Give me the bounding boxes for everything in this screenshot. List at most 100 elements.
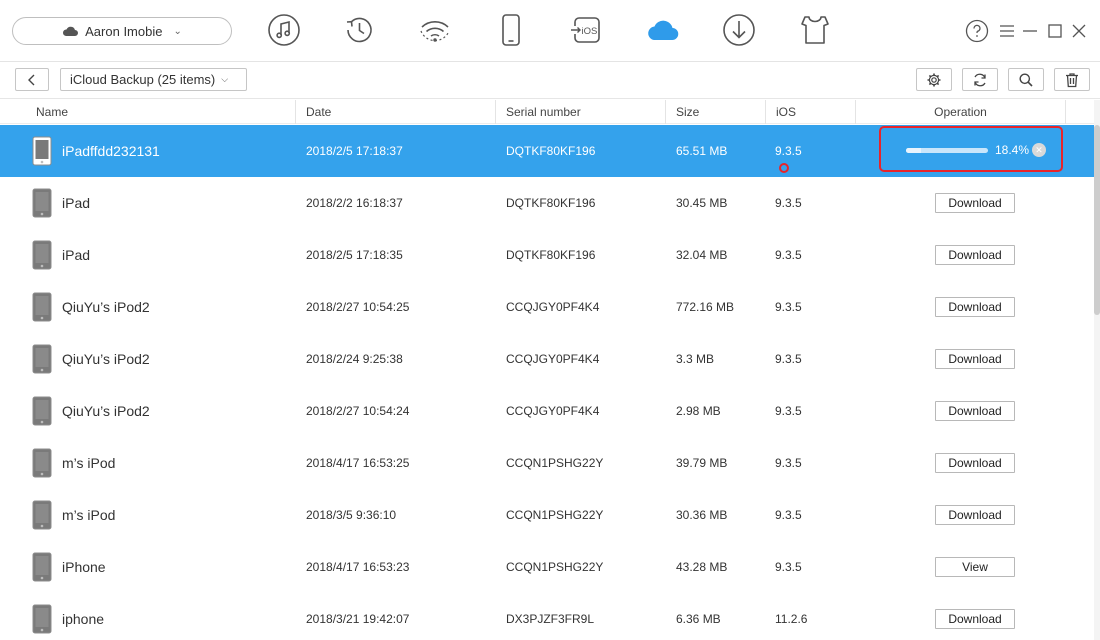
download-button[interactable]: Download: [935, 505, 1015, 525]
settings-button[interactable]: [916, 68, 952, 91]
device-icon: [32, 593, 52, 640]
backup-size: 39.79 MB: [676, 456, 728, 470]
scrollbar-thumb[interactable]: [1094, 125, 1100, 315]
download-nav-icon[interactable]: [717, 10, 761, 50]
ios-version: 9.3.5: [775, 560, 802, 574]
table-row[interactable]: QiuYu’s iPod2 2018/2/27 10:54:25 CCQJGY0PF…: [0, 281, 1094, 333]
operation-cell: Download: [855, 385, 1095, 437]
icloud-nav-icon[interactable]: [641, 10, 685, 50]
operation-cell: Download: [855, 333, 1095, 385]
operation-cell: Download: [855, 177, 1095, 229]
device-icon: [32, 229, 52, 281]
table-row[interactable]: iphone 2018/3/21 19:42:07 DX3PJZF3FR9L 6.36…: [0, 593, 1094, 640]
backup-date: 2018/3/5 9:36:10: [306, 508, 397, 522]
serial-number: CCQN1PSHG22Y: [506, 560, 604, 574]
device-name: QiuYu’s iPod2: [62, 299, 150, 315]
table-row[interactable]: iPadffdd232131 2018/2/5 17:18:37 DQTKF80KF…: [0, 125, 1094, 177]
table-row[interactable]: QiuYu’s iPod2 2018/2/24 9:25:38 CCQJGY0PF4…: [0, 333, 1094, 385]
close-icon[interactable]: [1070, 19, 1088, 43]
download-button[interactable]: Download: [935, 193, 1015, 213]
serial-number: DQTKF80KF196: [506, 144, 596, 158]
ios-version: 9.3.5: [775, 404, 802, 418]
operation-cell: Download: [855, 281, 1095, 333]
backup-date: 2018/2/2 16:18:37: [306, 196, 403, 210]
device-nav-icon[interactable]: [489, 10, 533, 50]
device-name: QiuYu’s iPod2: [62, 351, 150, 367]
column-header-serial[interactable]: Serial number: [496, 100, 666, 124]
device-icon: [32, 177, 52, 229]
download-progress-text: 18.4%: [995, 143, 1030, 157]
backup-size: 772.16 MB: [676, 300, 735, 314]
column-header-operation: Operation: [856, 100, 1066, 124]
download-button[interactable]: Download: [935, 401, 1015, 421]
serial-number: CCQJGY0PF4K4: [506, 352, 600, 366]
history-nav-icon[interactable]: [337, 10, 381, 50]
breadcrumb-dropdown[interactable]: iCloud Backup (25 items) ⌵: [60, 68, 247, 91]
column-header-spacer: [1066, 100, 1096, 124]
table-row[interactable]: QiuYu’s iPod2 2018/2/27 10:54:24 CCQJGY0PF…: [0, 385, 1094, 437]
backup-size: 43.28 MB: [676, 560, 728, 574]
maximize-icon[interactable]: [1046, 19, 1064, 43]
back-button[interactable]: [15, 68, 49, 91]
cancel-download-icon[interactable]: ✕: [1032, 143, 1046, 157]
device-icon: [32, 385, 52, 437]
backup-date: 2018/4/17 16:53:25: [306, 456, 410, 470]
scrollbar[interactable]: [1094, 100, 1100, 640]
music-nav-icon[interactable]: [262, 10, 306, 50]
search-icon: [1019, 73, 1033, 87]
backup-size: 30.45 MB: [676, 196, 728, 210]
search-button[interactable]: [1008, 68, 1044, 91]
device-icon: [32, 541, 52, 593]
view-button[interactable]: View: [935, 557, 1015, 577]
table-row[interactable]: m’s iPod 2018/4/17 16:53:25 CCQN1PSHG22Y 39…: [0, 437, 1094, 489]
download-progress-fill: [906, 148, 922, 153]
backup-date: 2018/3/21 19:42:07: [306, 612, 410, 626]
device-icon: [32, 125, 52, 177]
minimize-icon[interactable]: [1021, 19, 1039, 43]
table-row[interactable]: m’s iPod 2018/3/5 9:36:10 CCQN1PSHG22Y 30.3…: [0, 489, 1094, 541]
wifi-nav-icon[interactable]: [413, 10, 457, 50]
column-header-date[interactable]: Date: [296, 100, 496, 124]
column-header-ios[interactable]: iOS: [766, 100, 856, 124]
download-button[interactable]: Download: [935, 453, 1015, 473]
delete-button[interactable]: [1054, 68, 1090, 91]
ios-version: 9.3.5: [775, 352, 802, 366]
backup-size: 2.98 MB: [676, 404, 721, 418]
operation-cell: Download: [855, 437, 1095, 489]
backup-size: 6.36 MB: [676, 612, 721, 626]
menu-icon[interactable]: [998, 19, 1016, 43]
download-progress-bar: [906, 148, 988, 153]
gear-icon: [927, 73, 941, 86]
serial-number: DQTKF80KF196: [506, 248, 596, 262]
backup-size: 32.04 MB: [676, 248, 728, 262]
trash-icon: [1066, 72, 1078, 87]
ios-mover-nav-icon[interactable]: iOS: [565, 10, 609, 50]
serial-number: CCQN1PSHG22Y: [506, 456, 604, 470]
backup-date: 2018/2/24 9:25:38: [306, 352, 403, 366]
table-row[interactable]: iPad 2018/2/2 16:18:37 DQTKF80KF196 30.45 M…: [0, 177, 1094, 229]
chevron-down-icon: ⌵: [221, 74, 229, 84]
table-row[interactable]: iPhone 2018/4/17 16:53:23 CCQN1PSHG22Y 43.2…: [0, 541, 1094, 593]
device-icon: [32, 489, 52, 541]
download-button[interactable]: Download: [935, 609, 1015, 629]
breadcrumb-label: iCloud Backup (25 items): [70, 72, 216, 87]
device-name: m’s iPod: [62, 455, 116, 471]
device-name: iPadffdd232131: [62, 143, 160, 159]
chevron-down-icon: ⌄: [173, 25, 182, 37]
column-header-size[interactable]: Size: [666, 100, 766, 124]
column-header-name[interactable]: Name: [0, 100, 296, 124]
backup-date: 2018/2/5 17:18:35: [306, 248, 403, 262]
download-button[interactable]: Download: [935, 349, 1015, 369]
download-button[interactable]: Download: [935, 297, 1015, 317]
refresh-button[interactable]: [962, 68, 998, 91]
secondary-toolbar: iCloud Backup (25 items) ⌵: [0, 62, 1100, 99]
operation-cell: Download: [855, 489, 1095, 541]
toolkit-nav-icon[interactable]: [793, 10, 837, 50]
serial-number: DQTKF80KF196: [506, 196, 596, 210]
download-button[interactable]: Download: [935, 245, 1015, 265]
help-icon[interactable]: [965, 19, 989, 43]
ios-version: 11.2.6: [775, 612, 808, 626]
table-row[interactable]: iPad 2018/2/5 17:18:35 DQTKF80KF196 32.04 M…: [0, 229, 1094, 281]
download-progress-highlight: 18.4% ✕: [879, 126, 1063, 172]
account-selector[interactable]: Aaron Imobie ⌄: [12, 17, 232, 45]
